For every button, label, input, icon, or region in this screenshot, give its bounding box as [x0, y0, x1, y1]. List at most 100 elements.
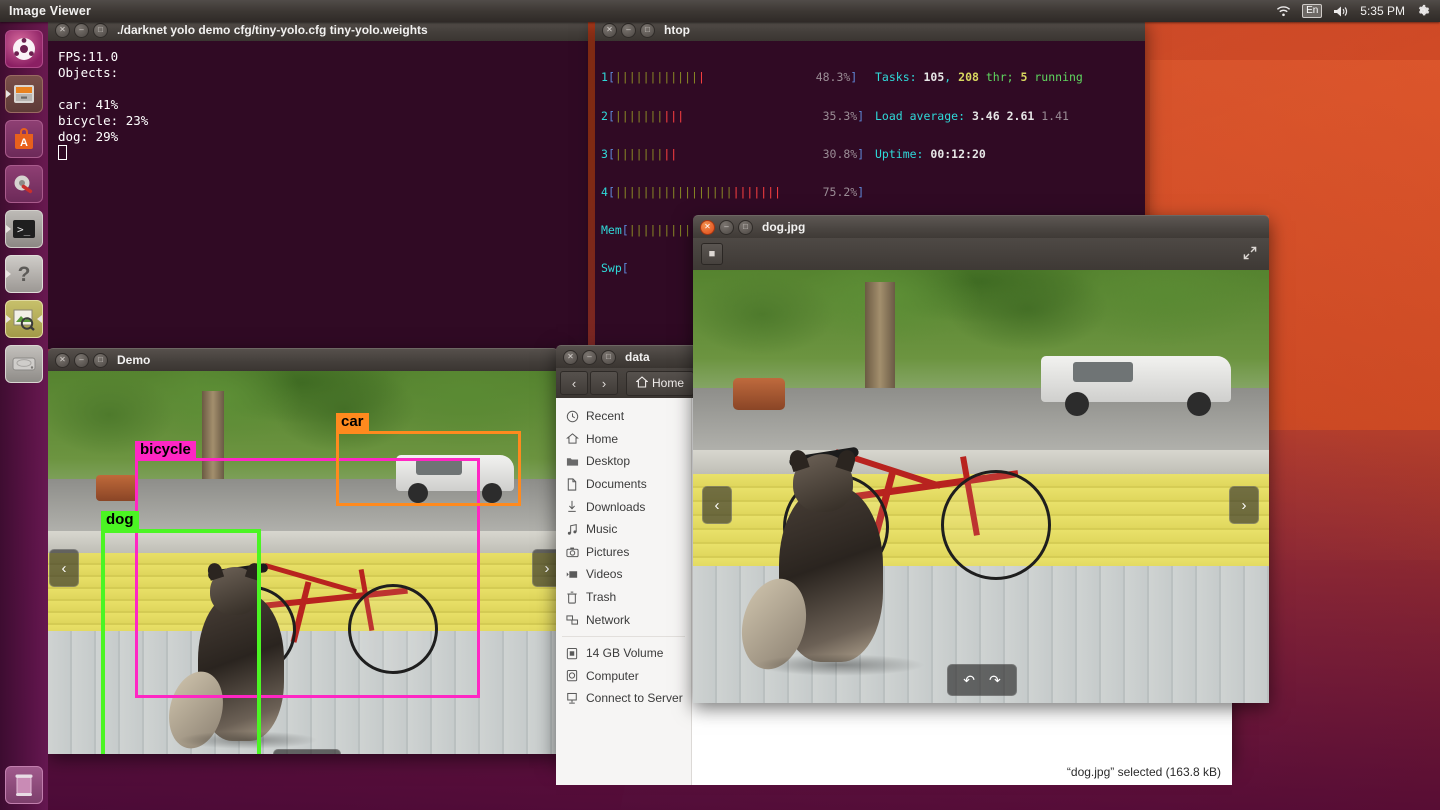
- volume-icon[interactable]: [1333, 5, 1349, 18]
- chevron-left-icon: ‹: [714, 496, 720, 514]
- close-icon[interactable]: ✕: [55, 352, 70, 368]
- fullscreen-button[interactable]: [1239, 243, 1261, 265]
- launcher-item-help[interactable]: ?: [5, 255, 43, 293]
- back-button[interactable]: ‹: [560, 371, 588, 395]
- close-icon[interactable]: ✕: [602, 22, 617, 38]
- rotate-toolbar[interactable]: ↶ ↷: [273, 749, 341, 754]
- wifi-icon[interactable]: [1276, 5, 1291, 17]
- sidebar-item-label: Recent: [586, 409, 625, 424]
- sidebar-divider: [562, 635, 685, 637]
- window-controls[interactable]: ✕ – □: [55, 22, 108, 38]
- window-title: data: [625, 350, 650, 364]
- breadcrumb-label: Home: [652, 376, 685, 390]
- forward-button[interactable]: ›: [590, 371, 618, 395]
- maximize-icon[interactable]: □: [93, 352, 108, 368]
- maximize-icon[interactable]: □: [640, 22, 655, 38]
- breadcrumb-home[interactable]: Home: [626, 370, 695, 396]
- keyboard-layout-indicator[interactable]: En: [1302, 4, 1323, 18]
- minimize-icon[interactable]: –: [582, 349, 597, 365]
- image-viewer-toolbar: ■: [693, 238, 1269, 270]
- demo-window[interactable]: ✕ – □ Demo bicycle car dog ‹ ›: [48, 348, 558, 754]
- window-controls[interactable]: ✕ – □: [602, 22, 655, 38]
- terminal-window-darknet[interactable]: ✕ – □ ./darknet yolo demo cfg/tiny-yolo.…: [48, 18, 588, 349]
- minimize-icon[interactable]: –: [621, 22, 636, 38]
- sidebar-item-connect-to-server[interactable]: Connect to Server: [556, 687, 691, 710]
- next-image-button[interactable]: ›: [532, 549, 558, 587]
- titlebar[interactable]: ✕ – □ dog.jpg: [693, 215, 1269, 238]
- maximize-icon[interactable]: □: [738, 219, 753, 235]
- chevron-left-icon: ‹: [571, 375, 577, 391]
- titlebar[interactable]: ✕ – □ Demo: [48, 348, 558, 371]
- launcher-item-disk[interactable]: [5, 345, 43, 383]
- chevron-right-icon: ›: [544, 559, 550, 577]
- music-icon: [565, 523, 579, 536]
- launcher-item-terminal[interactable]: >_: [5, 210, 43, 248]
- window-controls[interactable]: ✕ – □: [55, 352, 108, 368]
- system-tray: En 5:35 PM: [1276, 4, 1430, 18]
- folder-icon: [565, 455, 579, 467]
- close-icon[interactable]: ✕: [700, 219, 715, 235]
- svg-text:>_: >_: [17, 223, 31, 236]
- sidebar-item-14gb-volume[interactable]: 14 GB Volume: [556, 642, 691, 665]
- image-viewer-window[interactable]: ✕ – □ dog.jpg ■ ‹ › ↶ ↷: [693, 215, 1269, 703]
- detection-box-dog: [101, 529, 261, 754]
- next-image-button[interactable]: ›: [1229, 486, 1259, 524]
- clock[interactable]: 5:35 PM: [1360, 4, 1405, 18]
- image-properties-icon: ■: [708, 248, 716, 260]
- window-title: htop: [664, 23, 690, 37]
- launcher-item-image-viewer[interactable]: [5, 300, 43, 338]
- cpu-meter-row: 1[||||||||||||| 48.3%]: [601, 70, 858, 85]
- cpu-meter-row: 3[||||||||| 30.8%]: [601, 146, 865, 161]
- launcher-item-system-settings[interactable]: [5, 165, 43, 203]
- sidebar-item-trash[interactable]: Trash: [556, 586, 691, 609]
- chevron-right-icon: ›: [601, 375, 607, 391]
- image-properties-button[interactable]: ■: [701, 243, 723, 265]
- places-sidebar[interactable]: Recent Home Desktop Documents Downloads: [556, 398, 692, 785]
- sidebar-item-desktop[interactable]: Desktop: [556, 450, 691, 473]
- sidebar-item-home[interactable]: Home: [556, 428, 691, 451]
- minimize-icon[interactable]: –: [74, 352, 89, 368]
- sidebar-item-documents[interactable]: Documents: [556, 473, 691, 496]
- panel-app-title: Image Viewer: [9, 4, 92, 18]
- sidebar-item-label: Desktop: [586, 454, 631, 469]
- server-icon: [565, 692, 579, 705]
- sidebar-item-downloads[interactable]: Downloads: [556, 495, 691, 518]
- sidebar-item-pictures[interactable]: Pictures: [556, 541, 691, 564]
- demo-canvas[interactable]: bicycle car dog ‹ › ↶ ↷: [48, 371, 558, 754]
- sidebar-item-music[interactable]: Music: [556, 518, 691, 541]
- close-icon[interactable]: ✕: [55, 22, 70, 38]
- previous-image-button[interactable]: ‹: [702, 486, 732, 524]
- close-icon[interactable]: ✕: [563, 349, 578, 365]
- rotate-left-icon[interactable]: ↶: [963, 672, 975, 689]
- sidebar-item-label: Home: [586, 431, 619, 446]
- maximize-icon[interactable]: □: [93, 22, 108, 38]
- rotate-right-icon[interactable]: ↷: [989, 672, 1001, 689]
- sidebar-item-label: 14 GB Volume: [586, 646, 664, 661]
- launcher-item-files[interactable]: [5, 75, 43, 113]
- gear-icon[interactable]: [1416, 4, 1430, 18]
- window-controls[interactable]: ✕ – □: [563, 349, 616, 365]
- launcher-item-software-center[interactable]: A: [5, 120, 43, 158]
- status-bar: “dog.jpg” selected (163.8 kB): [692, 759, 1232, 785]
- terminal-output[interactable]: FPS:11.0 Objects: car: 41% bicycle: 23% …: [48, 41, 588, 349]
- sidebar-item-label: Videos: [586, 567, 623, 582]
- previous-image-button[interactable]: ‹: [49, 549, 79, 587]
- launcher-item-ubuntu-dash[interactable]: [5, 30, 43, 68]
- launcher-item-trash[interactable]: [5, 766, 43, 804]
- fullscreen-icon: [1243, 246, 1257, 263]
- maximize-icon[interactable]: □: [601, 349, 616, 365]
- rotate-toolbar[interactable]: ↶ ↷: [947, 664, 1017, 696]
- cpu-meter-row: 4[|||||||||||||||||||||||| 75.2%]: [601, 184, 865, 199]
- window-title: Demo: [117, 353, 151, 367]
- cpu-meter-row: 2[|||||||||| 35.3%]: [601, 108, 865, 123]
- sidebar-item-network[interactable]: Network: [556, 608, 691, 631]
- detection-label-car: car: [336, 413, 369, 432]
- download-icon: [565, 500, 579, 513]
- minimize-icon[interactable]: –: [719, 219, 734, 235]
- sidebar-item-videos[interactable]: Videos: [556, 563, 691, 586]
- sidebar-item-recent[interactable]: Recent: [556, 405, 691, 428]
- minimize-icon[interactable]: –: [74, 22, 89, 38]
- window-controls[interactable]: ✕ – □: [700, 219, 753, 235]
- image-canvas[interactable]: ‹ › ↶ ↷: [693, 270, 1269, 703]
- sidebar-item-computer[interactable]: Computer: [556, 665, 691, 688]
